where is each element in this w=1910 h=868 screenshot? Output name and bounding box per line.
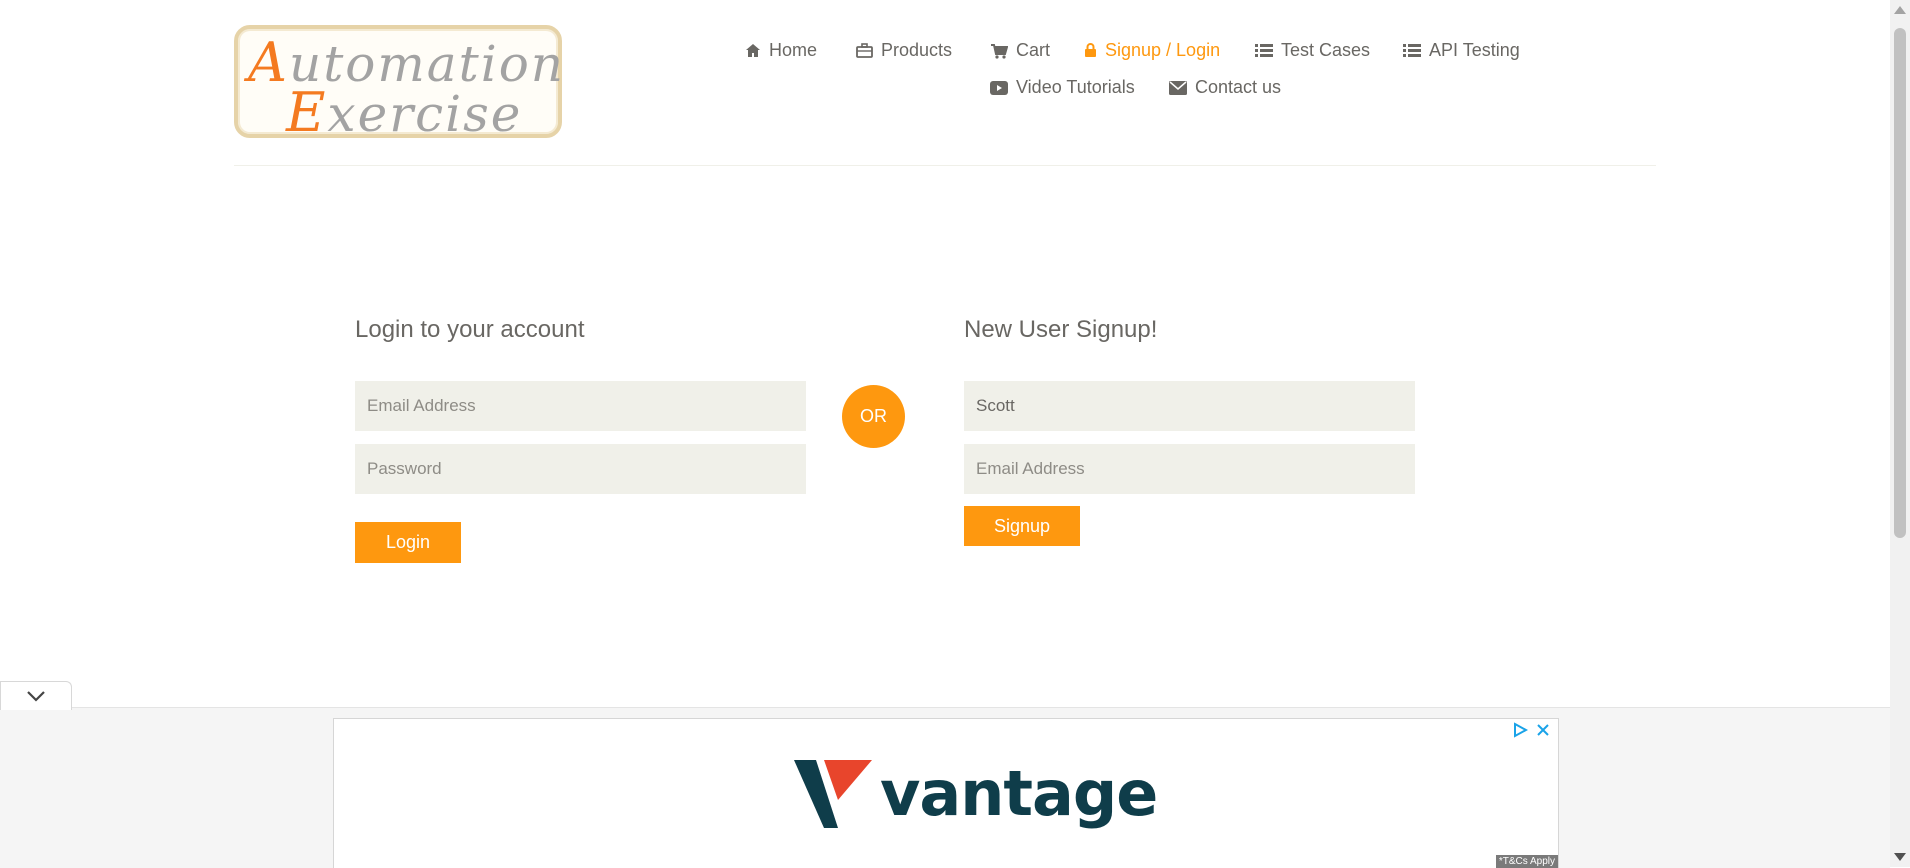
scrollbar-thumb[interactable] bbox=[1894, 28, 1906, 538]
signup-name-input[interactable] bbox=[964, 381, 1415, 431]
nav-home-label: Home bbox=[769, 40, 818, 60]
ad-controls bbox=[1512, 722, 1550, 738]
nav-signup-login-label: Signup / Login bbox=[1105, 40, 1221, 60]
signup-title: New User Signup! bbox=[964, 316, 1158, 343]
nav-test-cases-label: Test Cases bbox=[1281, 40, 1371, 60]
home-icon bbox=[746, 44, 760, 57]
or-divider: OR bbox=[842, 385, 905, 448]
briefcase-icon bbox=[856, 43, 873, 58]
signup-button[interactable]: Signup bbox=[964, 506, 1080, 546]
nav-home[interactable]: Home bbox=[745, 40, 817, 61]
ad-terms-label: *T&Cs Apply bbox=[1495, 855, 1558, 868]
nav-products[interactable]: Products bbox=[856, 40, 952, 61]
nav-video-tutorials[interactable]: Video Tutorials bbox=[990, 77, 1135, 98]
ad-collapse-toggle[interactable] bbox=[0, 681, 72, 710]
vantage-logo-icon bbox=[794, 759, 872, 828]
close-icon[interactable] bbox=[1536, 723, 1550, 737]
chevron-down-icon bbox=[27, 691, 45, 702]
nav-contact-us[interactable]: Contact us bbox=[1169, 77, 1281, 98]
nav-api-testing[interactable]: API Testing bbox=[1403, 40, 1520, 61]
login-email-input[interactable] bbox=[355, 381, 806, 431]
nav-test-cases[interactable]: Test Cases bbox=[1255, 40, 1370, 61]
list-icon bbox=[1255, 44, 1273, 57]
ad-brand-logo[interactable]: vantage bbox=[794, 757, 1158, 830]
logo-line-2: Exercise bbox=[286, 81, 523, 144]
nav-video-tutorials-label: Video Tutorials bbox=[1016, 77, 1135, 97]
youtube-icon bbox=[990, 80, 1008, 95]
nav-api-testing-label: API Testing bbox=[1429, 40, 1520, 60]
login-title: Login to your account bbox=[355, 316, 585, 343]
nav-products-label: Products bbox=[881, 40, 953, 60]
nav-signup-login[interactable]: Signup / Login bbox=[1084, 40, 1220, 61]
envelope-icon bbox=[1169, 80, 1187, 95]
ad-brand-text: vantage bbox=[880, 757, 1158, 830]
nav-contact-us-label: Contact us bbox=[1195, 77, 1282, 97]
list-icon bbox=[1403, 44, 1421, 57]
nav-cart[interactable]: Cart bbox=[990, 40, 1050, 61]
login-password-input[interactable] bbox=[355, 444, 806, 494]
site-header: Automation Exercise Home Products Cart S… bbox=[0, 0, 1890, 166]
signup-email-input[interactable] bbox=[964, 444, 1415, 494]
header-divider bbox=[234, 165, 1656, 166]
scroll-up-arrow-icon[interactable] bbox=[1894, 6, 1906, 14]
scroll-down-arrow-icon[interactable] bbox=[1894, 853, 1906, 861]
cart-icon bbox=[991, 43, 1008, 59]
nav-cart-label: Cart bbox=[1016, 40, 1051, 60]
lock-icon bbox=[1085, 43, 1096, 57]
page-scrollbar[interactable] bbox=[1890, 0, 1910, 867]
adchoices-icon[interactable] bbox=[1512, 722, 1528, 738]
login-button[interactable]: Login bbox=[355, 522, 461, 563]
ad-box[interactable]: vantage *T&Cs Apply bbox=[333, 718, 1559, 868]
site-logo[interactable]: Automation Exercise bbox=[234, 25, 563, 144]
